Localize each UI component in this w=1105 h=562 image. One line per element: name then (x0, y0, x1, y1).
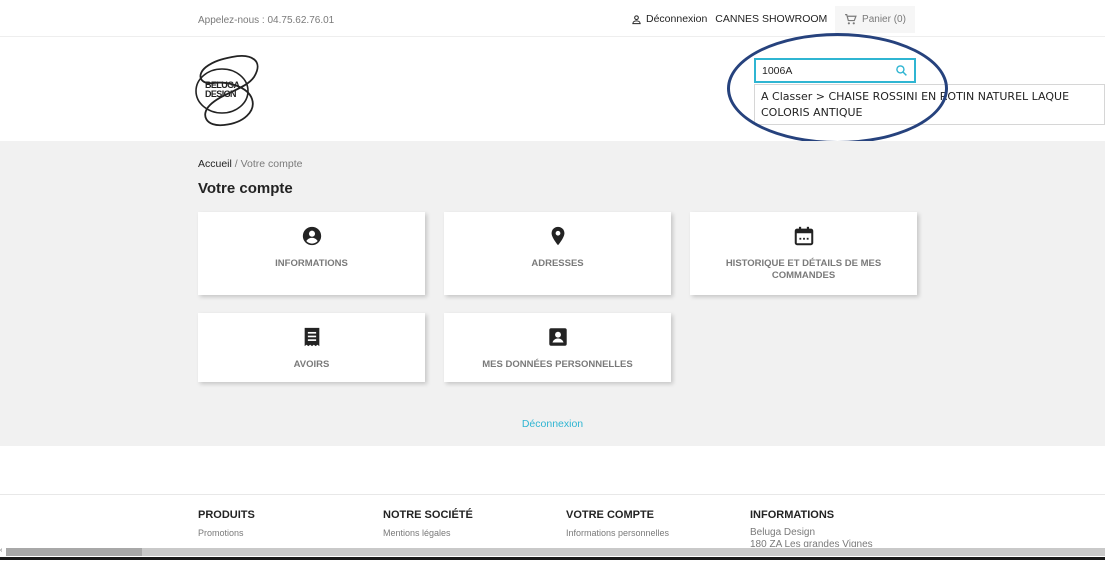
user-outline-icon (632, 14, 641, 24)
adresses-card[interactable]: ADRESSES (444, 212, 671, 295)
footer-infos-perso-link[interactable]: Informations personnelles (566, 527, 669, 539)
footer-compte-title: VOTRE COMPTE (566, 509, 655, 521)
footer: PRODUITS Promotions NOTRE SOCIÉTÉ Mentio… (0, 494, 1105, 547)
avoirs-label: AVOIRS (293, 359, 330, 370)
logo-text-line2: DESIGN (205, 89, 236, 99)
donnees-label: MES DONNÉES PERSONNELLES (482, 359, 633, 370)
footer-produits-title: PRODUITS (198, 509, 255, 521)
informations-label: INFORMATIONS (275, 258, 348, 269)
account-circle-icon (302, 226, 321, 246)
informations-card[interactable]: INFORMATIONS (198, 212, 425, 295)
shopping-cart-icon (845, 14, 857, 25)
footer-promotions-link[interactable]: Promotions (198, 527, 255, 539)
footer-column-informations: INFORMATIONS Beluga Design 180 ZA Les gr… (750, 509, 873, 547)
footer-column-societe: NOTRE SOCIÉTÉ Mentions légales (383, 509, 473, 539)
window-bottom-edge (0, 557, 1105, 560)
breadcrumb-separator: / (234, 158, 238, 170)
horizontal-scrollbar[interactable]: ‹ (0, 547, 1105, 562)
breadcrumb-home-link[interactable]: Accueil (198, 158, 232, 170)
breadcrumb-current: Votre compte (240, 158, 303, 170)
scrollbar-track[interactable] (6, 548, 1105, 556)
search-box (754, 58, 916, 83)
beluga-design-logo[interactable]: BELUGA DESIGN (192, 51, 266, 129)
suggestion-line-2: COLORIS ANTIQUE (761, 106, 863, 119)
footer-column-compte: VOTRE COMPTE Informations personnelles (566, 509, 669, 539)
receipt-icon (304, 327, 319, 347)
donnees-card[interactable]: MES DONNÉES PERSONNELLES (444, 313, 671, 382)
historique-card[interactable]: HISTORIQUE ET DÉTAILS DE MES COMMANDES (690, 212, 917, 295)
search-input[interactable] (756, 60, 884, 81)
account-name-link[interactable]: CANNES SHOWROOM (715, 13, 827, 25)
footer-mentions-link[interactable]: Mentions légales (383, 527, 473, 539)
phone-number: Appelez-nous : 04.75.62.76.01 (198, 15, 335, 26)
suggestion-line-1: A Classer > CHAISE ROSSINI EN ROTIN NATU… (761, 90, 1070, 103)
header: BELUGA DESIGN A Classer > CHAISE ROSSINI… (0, 37, 1105, 141)
footer-company-address: 180 ZA Les grandes Vignes (750, 539, 873, 547)
scroll-left-arrow-icon[interactable]: ‹ (0, 547, 2, 554)
historique-label-line-1: HISTORIQUE ET DÉTAILS DE MES (725, 258, 882, 269)
footer-company-name: Beluga Design (750, 527, 816, 538)
avoirs-card[interactable]: AVOIRS (198, 313, 425, 382)
breadcrumb: Accueil / Votre compte (198, 158, 303, 170)
main-content: Accueil / Votre compte Votre compte INFO… (0, 141, 1105, 446)
search-suggestion[interactable]: A Classer > CHAISE ROSSINI EN ROTIN NATU… (754, 84, 1105, 125)
logout-top-link[interactable]: Déconnexion (646, 13, 707, 25)
scrollbar-thumb[interactable] (6, 548, 142, 556)
logout-link[interactable]: Déconnexion (0, 418, 1105, 430)
location-pin-icon (551, 226, 564, 246)
cart-label: Panier (0) (862, 14, 906, 25)
page-title: Votre compte (198, 180, 293, 197)
historique-label-line-2: COMMANDES (771, 270, 836, 281)
footer-column-produits: PRODUITS Promotions (198, 509, 255, 539)
search-icon[interactable] (895, 64, 908, 77)
footer-societe-title: NOTRE SOCIÉTÉ (383, 509, 473, 521)
top-bar: Appelez-nous : 04.75.62.76.01 Déconnexio… (0, 0, 1105, 37)
calendar-icon (794, 226, 813, 246)
cart-button[interactable]: Panier (0) (835, 6, 915, 33)
adresses-label: ADRESSES (531, 258, 584, 269)
id-card-icon (548, 328, 567, 346)
user-links: Déconnexion CANNES SHOWROOM (631, 13, 827, 25)
footer-informations-title: INFORMATIONS (750, 509, 835, 521)
